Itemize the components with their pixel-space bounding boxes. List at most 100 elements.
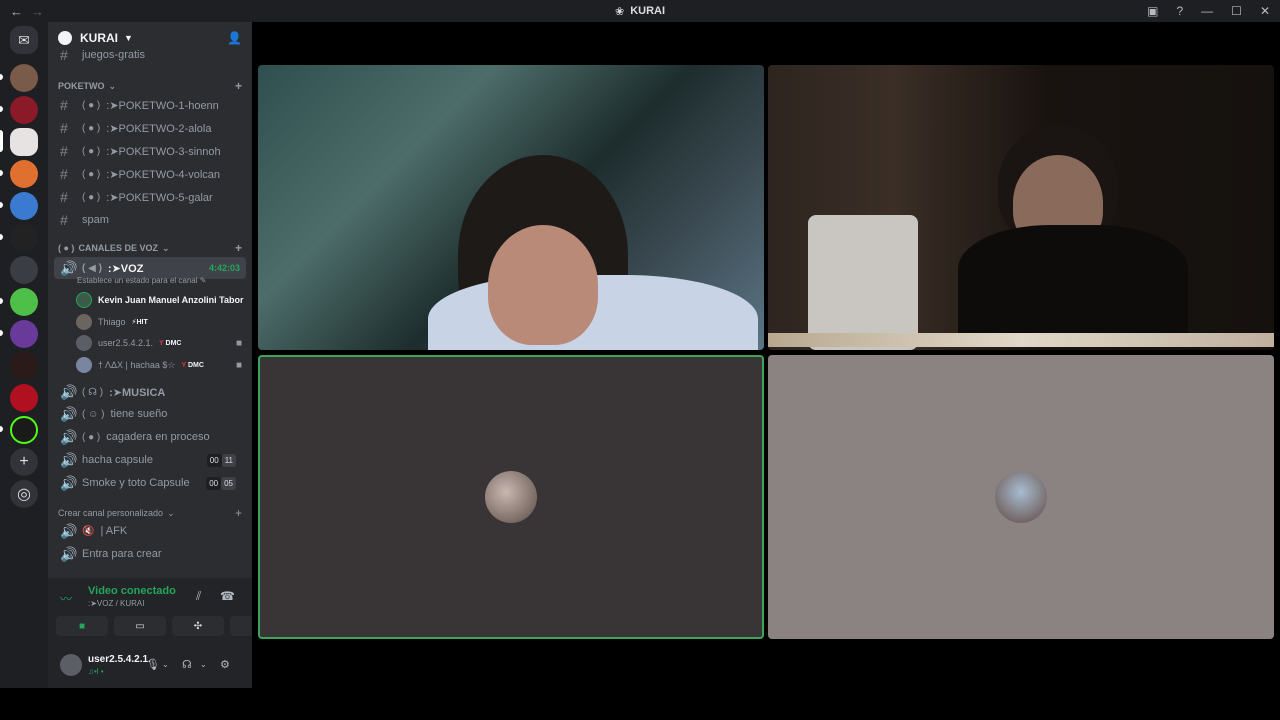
server-icon[interactable] [10, 384, 38, 412]
voice-channel[interactable]: 🔊 ( ☊ ) :➤MUSICA [54, 381, 246, 403]
poop-emoji-icon: ( ● ) [82, 431, 101, 443]
hash-icon: # [60, 143, 68, 159]
add-channel-icon[interactable]: + [235, 79, 242, 93]
member-tag: ⚡HIT [131, 319, 148, 326]
gear-icon[interactable]: ⚙ [220, 658, 230, 671]
count-limit: 05 [221, 476, 236, 490]
voice-channel[interactable]: 🔊 ( ● ) cagadera en proceso [54, 426, 246, 448]
chevron-down-icon[interactable]: ⌄ [200, 660, 207, 669]
video-tile-speaking[interactable] [258, 355, 764, 639]
explore-icon[interactable]: ◎ [10, 480, 38, 508]
camera-icon: ■ [235, 359, 242, 371]
add-channel-icon[interactable]: + [235, 506, 242, 520]
avatar[interactable] [60, 654, 82, 676]
inbox-icon[interactable]: ▣ [1147, 4, 1158, 18]
headphones-icon[interactable]: ☊ [182, 658, 192, 671]
hash-icon: # [60, 47, 68, 63]
channel-sidebar: KURAI ▼ 👤 # juegos-gratis POKETWO ⌄ + # … [48, 22, 282, 688]
activities-button[interactable]: ✣ [172, 616, 224, 636]
user-count-badge: 00 05 [206, 476, 236, 490]
server-icon[interactable] [10, 416, 38, 444]
server-emblem-icon: ❀ [614, 5, 625, 18]
maximize-icon[interactable]: ☐ [1231, 4, 1242, 18]
selected-pill [0, 130, 3, 152]
server-icon[interactable] [10, 96, 38, 124]
add-server-icon[interactable]: + [10, 448, 38, 476]
server-icon[interactable] [10, 64, 38, 92]
server-icon-kurai[interactable] [10, 128, 38, 156]
headphones-emoji-icon: ( ☊ ) [82, 386, 104, 398]
server-icon[interactable] [10, 288, 38, 316]
minimize-icon[interactable]: — [1201, 4, 1213, 18]
video-tile[interactable] [258, 65, 764, 350]
voice-location[interactable]: :➤VOZ / KURAI [88, 599, 145, 608]
category-poketwo[interactable]: POKETWO ⌄ + [58, 78, 242, 94]
discord-icon[interactable]: ✉ [10, 26, 38, 54]
channel-item[interactable]: # ( ● ) :➤POKETWO-2-alola [54, 117, 246, 139]
avatar [76, 357, 92, 373]
voice-channel[interactable]: 🔊 ( ☺ ) tiene sueño [54, 403, 246, 425]
member-tag: Y DMC [181, 361, 204, 369]
voice-status[interactable]: Video conectado [88, 585, 176, 597]
voice-member[interactable]: Kevin Juan Manuel Anzolini Tabor [76, 290, 246, 310]
avatar [76, 292, 92, 308]
voice-member[interactable]: Thiago ⚡HIT [76, 312, 246, 332]
microphone-icon[interactable]: 🎙 [146, 658, 160, 671]
camera-toggle-button[interactable]: ■ [56, 616, 108, 636]
video-tile[interactable] [768, 355, 1274, 639]
category-label: Crear canal personalizado [58, 508, 164, 518]
channel-item[interactable]: # ( ● ) :➤POKETWO-5-galar [54, 186, 246, 208]
disconnect-icon[interactable]: ☎ [220, 589, 235, 603]
channel-item[interactable]: # ( ● ) :➤POKETWO-1-hoenn [54, 94, 246, 116]
bottom-strip [0, 688, 1280, 720]
tag-text: DMC [187, 361, 204, 369]
channel-status-hint[interactable]: Establece un estado para el canal ✎ [77, 276, 206, 285]
server-icon[interactable] [10, 192, 38, 220]
gear-icon[interactable] [58, 31, 72, 45]
help-icon[interactable]: ? [1176, 4, 1183, 18]
close-icon[interactable]: ✕ [1260, 4, 1270, 18]
voice-channel[interactable]: 🔊 Smoke y toto Capsule 00 05 [54, 472, 246, 494]
channel-name: Smoke y toto Capsule [82, 477, 190, 489]
channel-item[interactable]: # ( ● ) :➤POKETWO-3-sinnoh [54, 140, 246, 162]
server-icon[interactable] [10, 352, 38, 380]
channel-item[interactable]: # ( ● ) :➤POKETWO-4-volcan [54, 163, 246, 185]
channel-item[interactable]: # spam [54, 209, 246, 231]
call-timer: 4:42:03 [208, 263, 240, 273]
server-icon[interactable] [10, 256, 38, 284]
video-tile[interactable] [768, 65, 1274, 350]
speaker-icon: 🔊 [60, 545, 78, 562]
hash-icon: # [60, 120, 68, 136]
server-icon[interactable] [10, 224, 38, 252]
invite-icon[interactable]: 👤 [227, 31, 242, 45]
count-current: 00 [206, 453, 222, 467]
back-arrow-icon[interactable]: ← [10, 4, 23, 19]
channel-name: | AFK [100, 525, 128, 537]
chevron-down-icon[interactable]: ⌄ [162, 660, 169, 669]
category-voz[interactable]: ( ● ) CANALES DE VOZ ⌄ + [58, 240, 242, 256]
category-label: CANALES DE VOZ [78, 243, 158, 253]
channel-item[interactable]: # juegos-gratis [54, 44, 246, 66]
screen-share-button[interactable]: ▭ [114, 616, 166, 636]
signal-icon[interactable]: 〰 [60, 590, 72, 607]
guild-name: KURAI [80, 31, 118, 45]
voice-channel[interactable]: 🔊 Entra para crear [54, 543, 246, 565]
server-icon[interactable] [10, 320, 38, 348]
voice-member[interactable]: † ΛΔX | hachaa $☆ Y DMC ■ [76, 355, 246, 375]
category-custom[interactable]: Crear canal personalizado ⌄ + [58, 505, 242, 521]
channel-name: :➤POKETWO-4-volcan [106, 168, 221, 181]
channel-name: Entra para crear [82, 548, 162, 560]
forward-arrow-icon[interactable]: → [31, 4, 44, 19]
person-body [958, 225, 1188, 335]
voice-channel[interactable]: 🔊 🔇 | AFK [54, 520, 246, 542]
add-channel-icon[interactable]: + [235, 241, 242, 255]
user-count-badge: 00 11 [206, 453, 236, 467]
username[interactable]: user2.5.4.2.1. [88, 654, 151, 665]
voice-channel[interactable]: 🔊 hacha capsule 00 11 [54, 449, 246, 471]
noise-suppression-icon[interactable]: ⫽ [196, 589, 201, 604]
voice-member[interactable]: user2.5.4.2.1. Y DMC ■ [76, 333, 246, 353]
member-name: user2.5.4.2.1. [98, 338, 154, 348]
unread-pill [0, 106, 3, 112]
chevron-down-icon: ⌄ [161, 242, 170, 253]
server-icon[interactable] [10, 160, 38, 188]
